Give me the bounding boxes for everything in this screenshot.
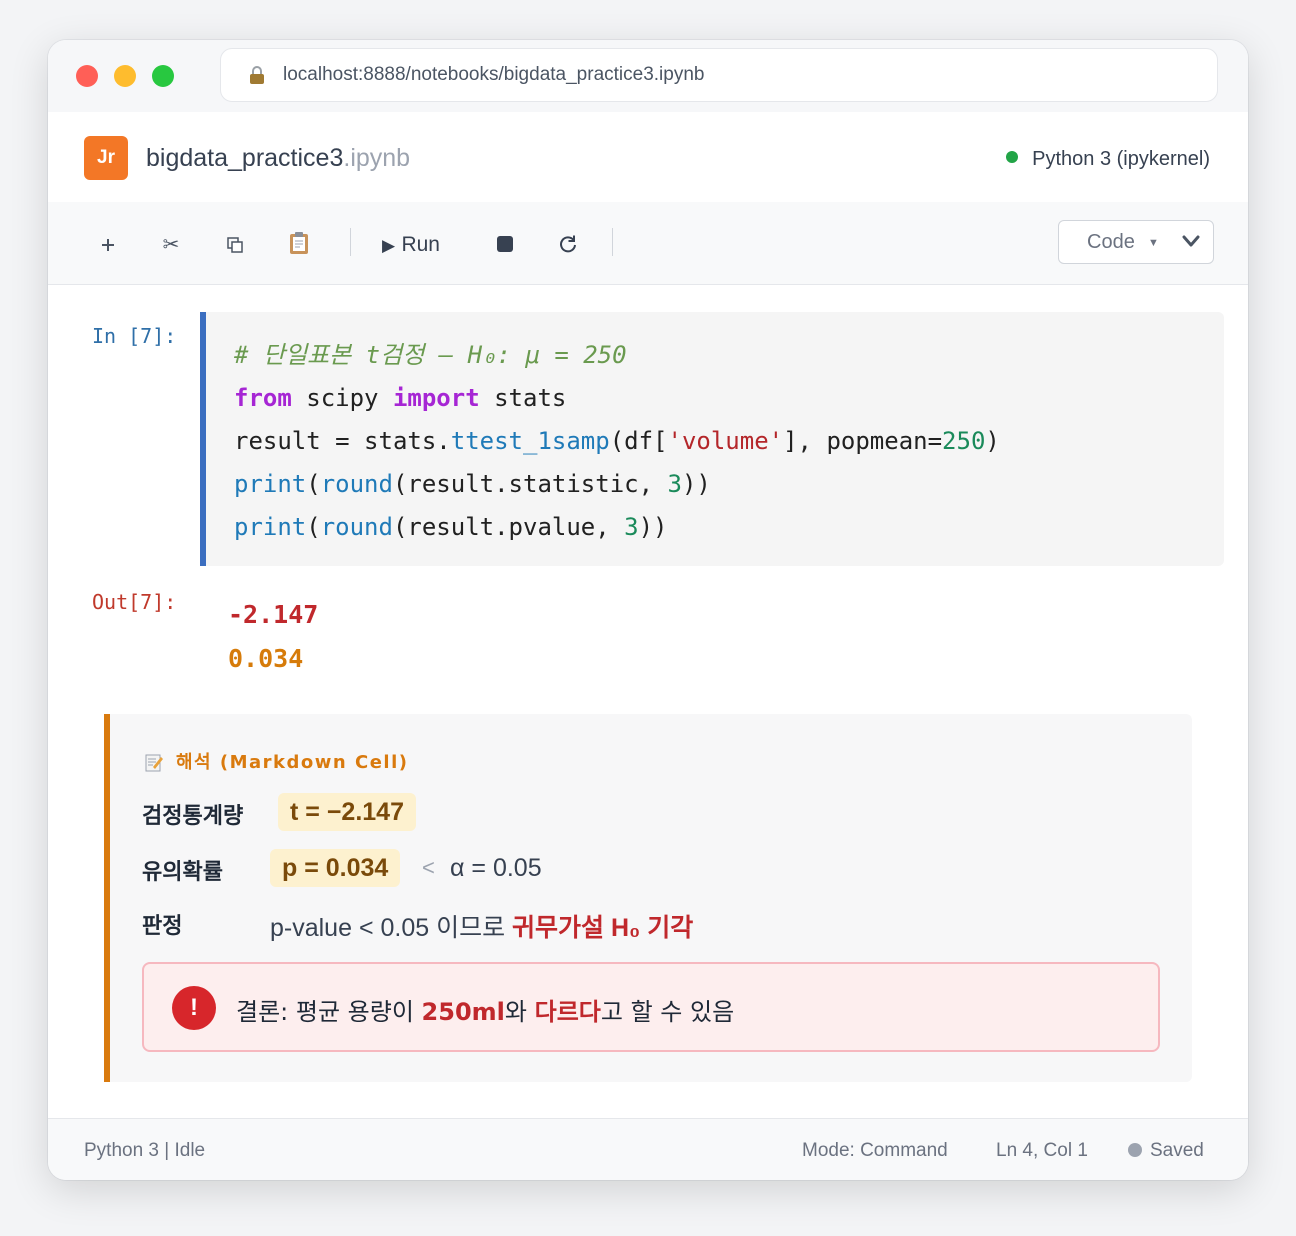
decision-plain: p-value < 0.05 이므로 (270, 914, 513, 942)
save-status: Saved (1128, 1140, 1204, 1162)
minimize-window-button[interactable] (114, 65, 136, 87)
copy-icon (227, 237, 243, 253)
kernel-name: Python 3 (ipykernel) (1032, 148, 1210, 170)
jupyter-logo: Jr (84, 136, 128, 180)
decision-label: 판정 (142, 914, 183, 939)
decision-text: p-value < 0.05 이므로 귀무가설 H₀ 기각 (270, 908, 693, 944)
notebook-name: bigdata_practice3 (146, 144, 344, 172)
cell-type-value: Code (1087, 231, 1135, 253)
scissors-icon: ✂ (162, 232, 180, 256)
p-label: 유의확률 (142, 860, 223, 885)
stop-icon (497, 236, 513, 252)
less-than-sign: < (422, 855, 435, 880)
cut-cell-button[interactable]: ✂ (154, 224, 188, 264)
run-icon: ▶ (382, 236, 396, 256)
code-line-3: result = stats.ttest_1samp(df['volume'],… (234, 427, 1000, 455)
input-prompt: In [7]: (92, 324, 177, 348)
url-text: localhost:8888/notebooks/bigdata_practic… (283, 64, 705, 85)
toolbar-separator (612, 228, 613, 256)
notebook-window: localhost:8888/notebooks/bigdata_practic… (48, 40, 1248, 1180)
conclusion-alert: ! 결론: 평균 용량이 250ml와 다르다고 할 수 있음 (142, 962, 1160, 1052)
close-window-button[interactable] (76, 65, 98, 87)
copy-cell-button[interactable] (220, 224, 250, 264)
notebook-header: Jr bigdata_practice3.ipynb Python 3 (ipy… (48, 112, 1248, 203)
add-cell-button[interactable] (94, 224, 122, 264)
code-line-5: print(round(result.pvalue, 3)) (234, 513, 668, 541)
status-bar: Python 3 | Idle Mode: Command Ln 4, Col … (48, 1118, 1248, 1180)
output-statistic: -2.147 (228, 600, 319, 629)
paste-cell-button[interactable] (282, 224, 316, 264)
code-editor[interactable]: # 단일표본 t검정 — H₀: μ = 250 from scipy impo… (234, 334, 1000, 549)
run-label: Run (401, 233, 440, 256)
output-prompt: Out[7]: (92, 590, 177, 614)
stat-label: 검정통계량 (142, 804, 244, 829)
code-line-1: # 단일표본 t검정 — H₀: μ = 250 (234, 341, 627, 369)
conclusion-suffix: 고 할 수 있음 (600, 998, 735, 1026)
plus-icon (102, 239, 114, 251)
p-value: p = 0.034 (270, 849, 401, 887)
restart-icon (560, 235, 576, 253)
toolbar-separator (350, 228, 351, 256)
conclusion-strong-1: 250ml (421, 998, 505, 1026)
markdown-cell[interactable]: 해석 (Markdown Cell) 검정통계량 t = −2.147 유의확률… (104, 714, 1192, 1082)
stat-value: t = −2.147 (278, 793, 416, 831)
conclusion-strong-2: 다르다 (534, 998, 601, 1026)
decision-strong: 귀무가설 H₀ 기각 (512, 914, 694, 942)
conclusion-mid: 와 (504, 998, 535, 1026)
lock-icon (250, 66, 264, 84)
kernel-status-text: Python 3 | Idle (84, 1140, 206, 1161)
chevron-down-icon (1182, 235, 1200, 247)
restart-kernel-button[interactable] (554, 224, 582, 264)
clipboard-icon (290, 232, 308, 254)
mode-indicator: Mode: Command (802, 1140, 948, 1161)
notebook-extension: .ipynb (343, 144, 411, 172)
notebook-toolbar: ✂ ▶ Run Code ▼ (48, 202, 1248, 285)
cursor-position: Ln 4, Col 1 (996, 1140, 1088, 1161)
alpha-value: α = 0.05 (450, 854, 542, 882)
conclusion-prefix: 결론: 평균 용량이 (236, 998, 422, 1026)
caret-down-icon: ▼ (1148, 237, 1159, 249)
output-pvalue: 0.034 (228, 644, 304, 673)
code-line-2: from scipy import stats (234, 384, 567, 412)
cell-type-select[interactable]: Code ▼ (1058, 220, 1214, 264)
exclamation-icon: ! (172, 986, 216, 1030)
kernel-status-icon (1006, 151, 1019, 163)
notebook-title[interactable]: bigdata_practice3.ipynb (146, 144, 410, 173)
conclusion-text: 결론: 평균 용량이 250ml와 다르다고 할 수 있음 (236, 992, 734, 1027)
save-status-label: Saved (1150, 1140, 1204, 1161)
address-bar[interactable]: localhost:8888/notebooks/bigdata_practic… (220, 48, 1218, 102)
code-line-4: print(round(result.statistic, 3)) (234, 470, 711, 498)
browser-titlebar: localhost:8888/notebooks/bigdata_practic… (48, 40, 1248, 113)
stop-button[interactable] (492, 224, 518, 264)
code-cell[interactable]: # 단일표본 t검정 — H₀: μ = 250 from scipy impo… (200, 312, 1224, 566)
kernel-indicator[interactable]: Python 3 (ipykernel) (1006, 148, 1210, 171)
saved-dot-icon (1128, 1143, 1142, 1157)
markdown-title: 해석 (Markdown Cell) (176, 752, 409, 773)
memo-icon (145, 754, 163, 772)
maximize-window-button[interactable] (152, 65, 174, 87)
run-button[interactable]: ▶ Run (382, 224, 454, 264)
